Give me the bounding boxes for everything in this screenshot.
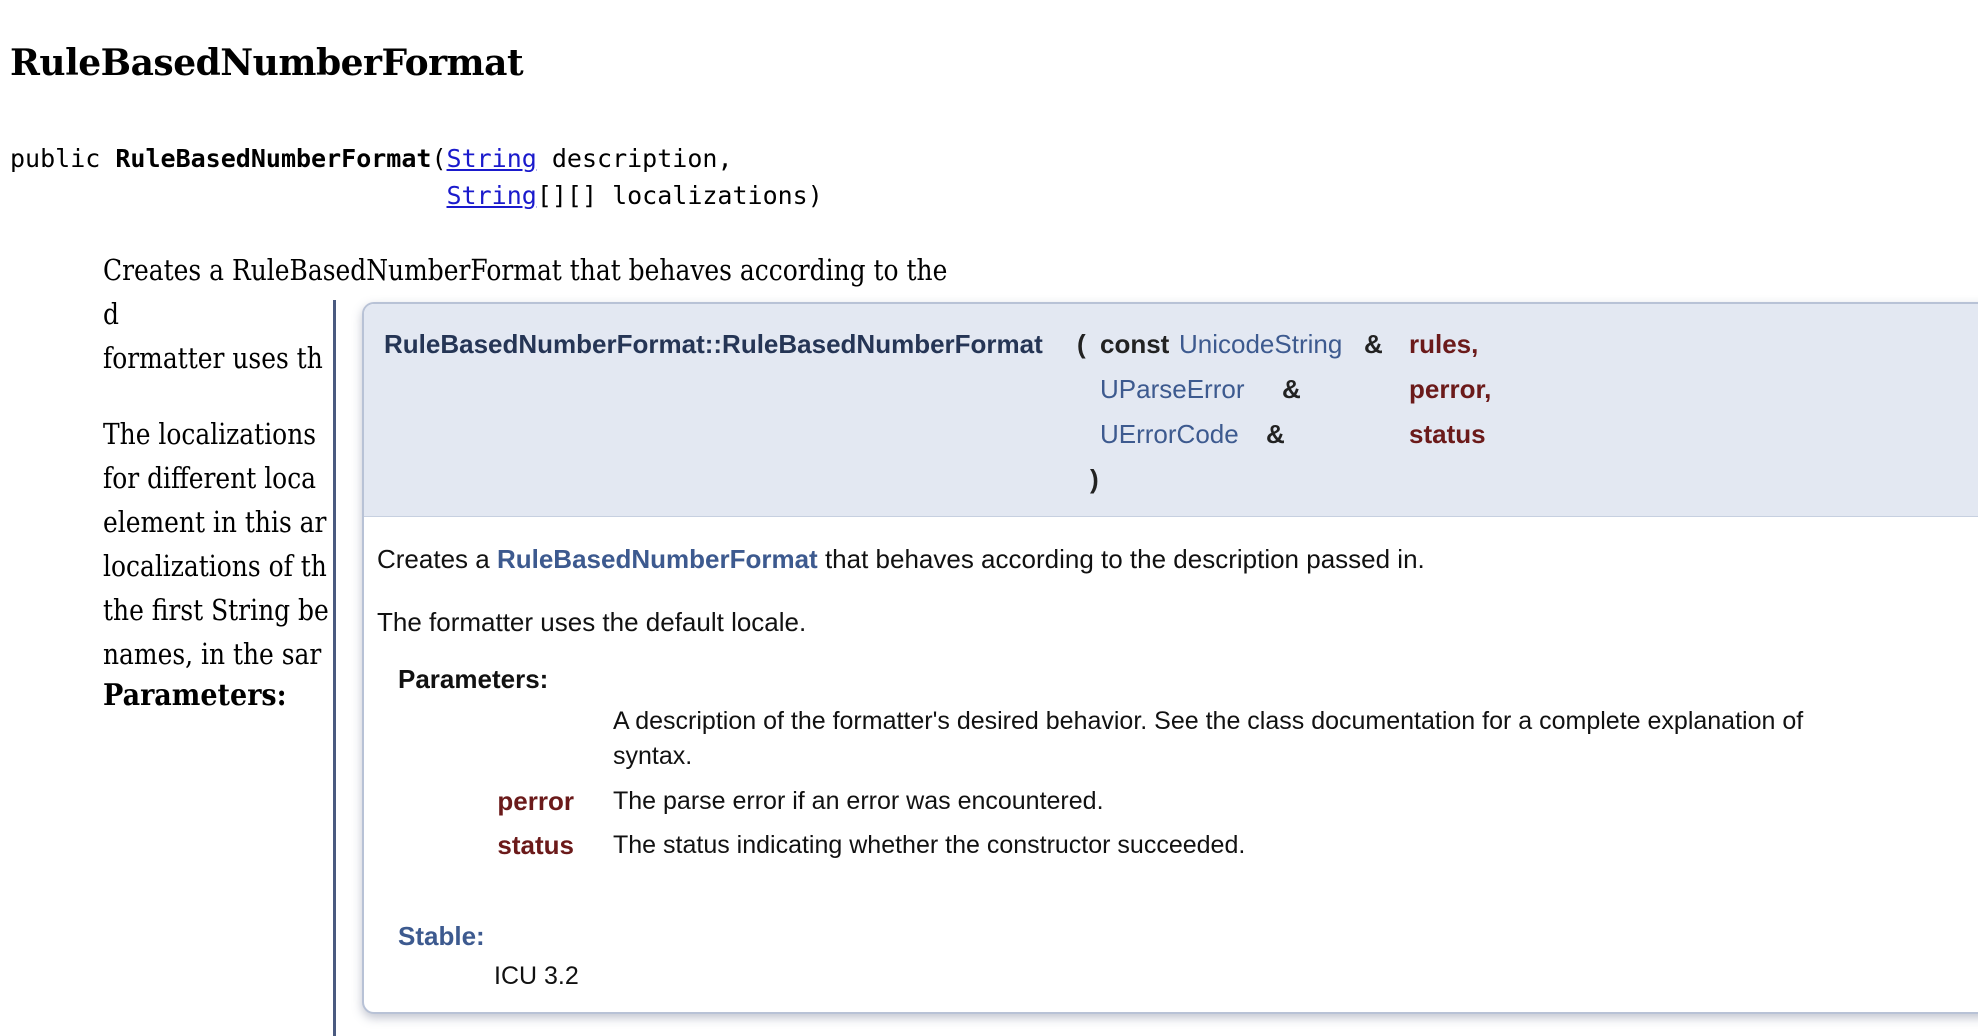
class-link[interactable]: RuleBasedNumberFormat — [497, 544, 818, 574]
javadoc-method-title: RuleBasedNumberFormat — [10, 42, 524, 84]
proto-open-paren: ( — [1077, 329, 1086, 359]
param-description: The parse error if an error was encounte… — [613, 787, 1104, 815]
string-type-link-2[interactable]: String — [447, 181, 537, 210]
proto-param-type-link[interactable]: UErrorCode — [1100, 419, 1239, 450]
para2-line: element in this ar — [103, 505, 327, 539]
para1-line2: formatter uses th — [103, 341, 323, 375]
sig-param1-rest: description, — [536, 144, 733, 173]
sig-param2-rest: [][] localizations) — [536, 181, 823, 210]
doc-tooltip-popup[interactable]: RuleBasedNumberFormat::RuleBasedNumberFo… — [362, 302, 1978, 1014]
proto-function-name: RuleBasedNumberFormat::RuleBasedNumberFo… — [384, 329, 1043, 359]
param-desc-line: syntax. — [613, 742, 693, 770]
proto-close-paren: ) — [1090, 464, 1099, 494]
param-desc-line: A description of the formatter's desired… — [613, 707, 1804, 735]
brief-suffix: that behaves according to the descriptio… — [824, 544, 1425, 574]
param-name: perror — [497, 786, 574, 816]
param-name: status — [497, 830, 574, 860]
javadoc-method-signature: public RuleBasedNumberFormat(String desc… — [10, 140, 823, 214]
parameters-title: Parameters: — [398, 664, 549, 694]
sig-open-paren: ( — [431, 144, 447, 173]
proto-param-name: rules, — [1409, 329, 1479, 359]
detail-description: The formatter uses the default locale. — [377, 607, 807, 637]
member-prototype: RuleBasedNumberFormat::RuleBasedNumberFo… — [364, 304, 1978, 517]
proto-param-type-link[interactable]: UParseError — [1100, 374, 1244, 405]
javadoc-parameters-heading: Parameters: — [103, 678, 287, 713]
proto-param-ampersand: & — [1266, 419, 1285, 449]
para2-line: names, in the sar — [103, 637, 322, 671]
proto-const-keyword: const — [1100, 329, 1170, 359]
para2-line: the first String be — [103, 593, 329, 627]
proto-param-ampersand: & — [1282, 374, 1301, 404]
proto-param-name: perror, — [1409, 374, 1492, 404]
param-description: A description of the formatter's desired… — [613, 704, 1803, 774]
string-type-link-1[interactable]: String — [447, 144, 537, 173]
para2-line: localizations of th — [103, 549, 327, 583]
param-description: The status indicating whether the constr… — [613, 831, 1246, 859]
stable-value: ICU 3.2 — [494, 962, 579, 990]
proto-param-name: status — [1409, 419, 1486, 449]
para2-line: The localizations — [103, 417, 317, 451]
proto-param-type-link[interactable]: UnicodeString — [1179, 329, 1342, 360]
para2-line: for different loca — [103, 461, 317, 495]
sig-name: RuleBasedNumberFormat — [115, 144, 432, 173]
brief-prefix: Creates a — [377, 544, 490, 574]
proto-param-ampersand: & — [1364, 329, 1383, 359]
stable-title: Stable: — [398, 921, 485, 951]
brief-description: Creates a RuleBasedNumberFormat that beh… — [377, 544, 1425, 575]
sig-modifier: public — [10, 144, 101, 173]
